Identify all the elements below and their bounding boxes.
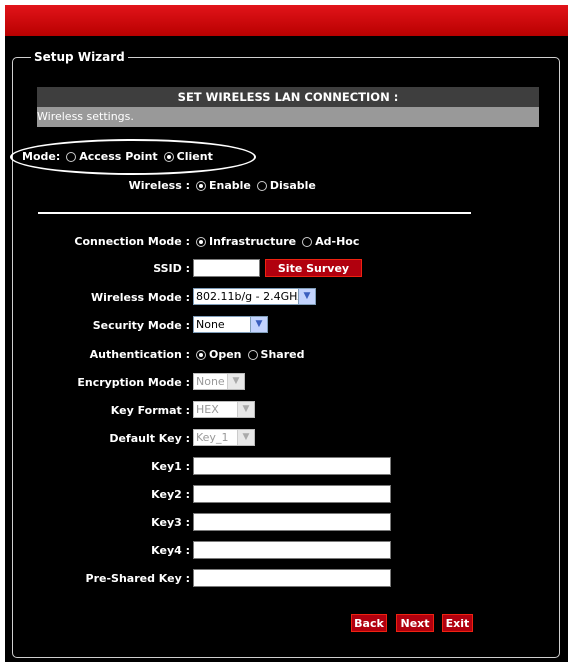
wireless-disable-radio[interactable] [256,180,267,191]
auth-open-radio[interactable] [196,349,206,360]
wireless-mode-label: Wireless Mode : [90,291,190,304]
auth-shared-radio[interactable] [247,349,258,360]
infrastructure-label: Infrastructure [209,235,297,248]
section-divider [38,212,471,214]
section-subtitle: Wireless settings. [37,107,539,127]
chevron-down-icon: ▼ [298,289,315,304]
mode-access-point-label: Access Point [79,150,158,163]
wireless-mode-value: 802.11b/g - 2.4GHz [196,290,304,303]
key3-label: Key3 : [151,516,190,529]
mode-client-label: Client [176,150,213,163]
chevron-down-icon: ▼ [250,317,267,332]
auth-shared-label: Shared [260,348,305,361]
pre-shared-key-label: Pre-Shared Key : [85,572,190,585]
security-mode-select[interactable]: None ▼ [193,316,268,333]
key-format-label: Key Format : [110,404,190,417]
key-format-value: HEX [196,403,219,416]
key2-label: Key2 : [151,488,190,501]
key3-input[interactable] [193,513,391,531]
next-button[interactable]: Next [396,614,434,632]
encryption-mode-label: Encryption Mode : [77,376,190,389]
exit-button[interactable]: Exit [442,614,473,632]
encryption-mode-select[interactable]: None ▼ [193,373,245,390]
chevron-down-icon: ▼ [227,374,244,389]
mode-client-radio[interactable] [163,151,174,162]
authentication-label: Authentication : [89,348,190,361]
key1-input[interactable] [193,457,391,475]
chevron-down-icon: ▼ [237,402,254,417]
mode-label: Mode: [22,150,61,163]
ssid-label: SSID : [153,262,190,275]
wireless-enable-label: Enable [209,179,251,192]
security-mode-label: Security Mode : [92,319,190,332]
setup-wizard-legend: Setup Wizard [34,50,125,64]
wireless-mode-select[interactable]: 802.11b/g - 2.4GHz ▼ [193,288,316,305]
mode-row: Mode: Access Point Client [22,150,213,163]
back-button[interactable]: Back [351,614,387,632]
wireless-label: Wireless : [128,179,190,192]
default-key-select[interactable]: Key_1 ▼ [193,429,255,446]
connection-mode-label: Connection Mode : [74,235,190,248]
mode-access-point-radio[interactable] [66,151,77,162]
default-key-label: Default Key : [109,432,190,445]
ssid-input[interactable] [193,259,260,277]
default-key-value: Key_1 [196,431,229,444]
section-title: SET WIRELESS LAN CONNECTION : [37,87,539,107]
key4-label: Key4 : [151,544,190,557]
wireless-enable-radio[interactable] [196,180,206,191]
infrastructure-radio[interactable] [196,236,206,247]
adhoc-label: Ad-Hoc [315,235,360,248]
security-mode-value: None [196,318,225,331]
key1-label: Key1 : [151,460,190,473]
key2-input[interactable] [193,485,391,503]
top-banner [5,5,568,36]
chevron-down-icon: ▼ [237,430,254,445]
key-format-select[interactable]: HEX ▼ [193,401,255,418]
wireless-options: Enable Disable [190,179,316,192]
pre-shared-key-input[interactable] [193,569,391,587]
authentication-options: Open Shared [190,348,304,361]
wireless-disable-label: Disable [269,179,316,192]
adhoc-radio[interactable] [302,236,313,247]
encryption-mode-value: None [196,375,225,388]
site-survey-button[interactable]: Site Survey [265,259,362,277]
auth-open-label: Open [209,348,242,361]
connection-mode-options: Infrastructure Ad-Hoc [190,235,359,248]
key4-input[interactable] [193,541,391,559]
